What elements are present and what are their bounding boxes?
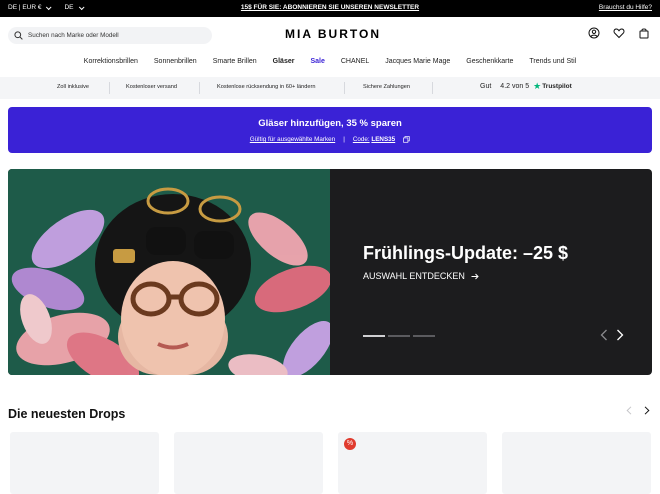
chevron-right-icon[interactable] (616, 329, 624, 341)
promo-subline: Gültig für ausgewählte Marken | Code: LE… (8, 136, 652, 143)
discount-icon: % (344, 438, 356, 450)
lens-promo-banner[interactable]: Gläser hinzufügen, 35 % sparen Gültig fü… (8, 107, 652, 153)
usp-divider (344, 82, 345, 94)
promo-separator: | (343, 136, 345, 143)
search-icon (14, 31, 23, 40)
nav-item-glaeser[interactable]: Gläser (265, 51, 303, 75)
chevron-left-icon[interactable] (626, 406, 632, 415)
hero-cta-link[interactable]: AUSWAHL ENTDECKEN (363, 271, 479, 281)
trustpilot-label: Trustpilot (542, 83, 572, 90)
chevron-right-icon[interactable] (644, 406, 650, 415)
newsletter-promo-link[interactable]: 15$ FÜR SIE: ABONNIEREN SIE UNSEREN NEWS… (0, 4, 660, 11)
promo-valid-link[interactable]: Gültig für ausgewählte Marken (250, 136, 335, 143)
promo-code-label: Code: (352, 136, 370, 143)
wishlist-icon[interactable] (613, 27, 625, 39)
header: MIA BURTON (0, 17, 660, 51)
hero-headline: Frühlings-Update: –25 $ (363, 243, 569, 263)
hero-carousel: Frühlings-Update: –25 $ AUSWAHL ENTDECKE… (8, 169, 652, 375)
bag-icon[interactable] (638, 27, 650, 39)
carousel-dot[interactable] (363, 335, 385, 337)
rating-label: Gut (480, 83, 492, 90)
promo-code-value: LENS35 (371, 136, 396, 143)
nav-item-smarte-brillen[interactable]: Smarte Brillen (205, 51, 265, 75)
usp-payments: Sichere Zahlungen (363, 84, 410, 90)
trustpilot-star-icon: ★ (533, 81, 542, 91)
help-link[interactable]: Brauchst du Hilfe? (599, 4, 652, 11)
copy-icon[interactable] (403, 136, 410, 143)
carousel-dot[interactable] (388, 335, 410, 337)
usp-returns: Kostenlose rücksendung in 60+ ländern (217, 84, 316, 90)
product-card[interactable] (174, 432, 323, 494)
usp-strip: Zoll inklusive Kostenloser versand Koste… (0, 77, 660, 99)
product-card[interactable] (502, 432, 651, 494)
hero-image[interactable] (8, 169, 334, 375)
carousel-indicators (363, 335, 435, 337)
usp-divider (432, 82, 433, 94)
promo-code[interactable]: Code: LENS35 (353, 136, 395, 143)
hero-illustration (11, 187, 334, 375)
nav-item-sonnenbrillen[interactable]: Sonnenbrillen (146, 51, 205, 75)
rating-value: 4.2 von 5 (500, 83, 530, 90)
nav-item-korrektionsbrillen[interactable]: Korrektionsbrillen (76, 51, 146, 75)
arrow-right-icon (471, 273, 479, 279)
chevron-left-icon[interactable] (600, 329, 608, 341)
logo[interactable]: MIA BURTON (285, 27, 381, 41)
top-bar: DE | EUR € DE 15$ FÜR SIE: ABONNIEREN SI… (0, 0, 660, 17)
nav-item-jacques-marie-mage[interactable]: Jacques Marie Mage (377, 51, 458, 75)
nav-item-trends-und-stil[interactable]: Trends und Stil (521, 51, 584, 75)
product-card[interactable]: % (338, 432, 487, 494)
carousel-dot[interactable] (413, 335, 435, 337)
usp-customs: Zoll inklusive (57, 84, 90, 90)
header-icons (588, 27, 650, 39)
promo-title: Gläser hinzufügen, 35 % sparen (258, 118, 402, 129)
nav-item-chanel[interactable]: CHANEL (333, 51, 377, 75)
hero-cta-label: AUSWAHL ENTDECKEN (363, 271, 465, 281)
nav-item-sale[interactable]: Sale (302, 51, 332, 75)
search-bar[interactable] (8, 27, 212, 44)
main-nav: Korrektionsbrillen Sonnenbrillen Smarte … (0, 51, 660, 75)
product-card[interactable] (10, 432, 159, 494)
search-input[interactable] (28, 32, 203, 39)
section-title: Die neuesten Drops (8, 407, 126, 421)
usp-divider (199, 82, 200, 94)
carousel-arrows (600, 329, 624, 341)
drops-arrows (626, 406, 650, 415)
account-icon[interactable] (588, 27, 600, 39)
usp-shipping: Kostenloser versand (126, 84, 177, 90)
usp-divider (109, 82, 110, 94)
trustpilot-rating[interactable]: Gut 4.2 von 5 ★ Trustpilot (480, 82, 572, 91)
nav-item-geschenkkarte[interactable]: Geschenkkarte (458, 51, 521, 75)
